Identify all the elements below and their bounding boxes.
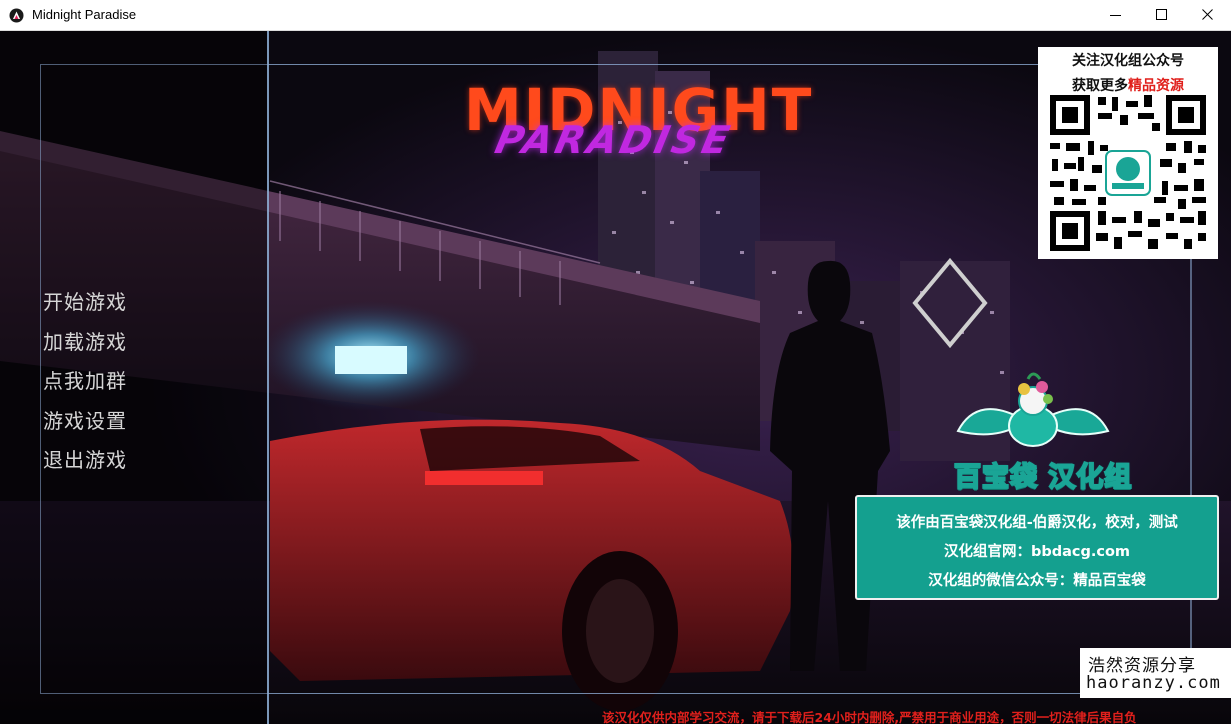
credits-line-2: 汉化组官网：bbdacg.com [943,544,1131,560]
qr-promo-line2: 获取更多精品资源 [1038,75,1218,95]
disclaimer-text: 该汉化仅供内部学习交流，请于下载后24小时内删除,严禁用于商业用途，否则一切法律… [602,710,1137,724]
logo-title-line2: PARADISE [491,118,737,162]
window-titlebar: Midnight Paradise [0,0,1231,31]
qr-promo-prefix: 获取更多 [1072,78,1128,94]
main-menu: 开始游戏 加载游戏 点我加群 游戏设置 退出游戏 [43,286,127,484]
qr-promo-box: 关注汉化组公众号 获取更多精品资源 [1038,47,1218,259]
menu-item-quit[interactable]: 退出游戏 [43,444,127,484]
minimize-button[interactable] [1093,0,1139,30]
qr-promo-line1: 关注汉化组公众号 [1072,53,1184,69]
credits-box: 该作由百宝袋汉化组-伯爵汉化，校对，测试 汉化组官网：bbdacg.com 汉化… [855,495,1219,600]
game-viewport: MIDNIGHT PARADISE 开始游戏 加载游戏 点我加群 游戏设置 退出… [0,31,1231,724]
qr-code-icon [1048,93,1208,253]
watermark-en: haoranzy.com [1086,673,1221,693]
watermark-box: 浩然资源分享 haoranzy.com [1080,648,1231,698]
menu-item-load-game[interactable]: 加载游戏 [43,326,127,366]
close-icon [1202,9,1213,20]
menu-item-start-game[interactable]: 开始游戏 [43,286,127,326]
credits-line-3: 汉化组的微信公众号：精品百宝袋 [928,573,1146,589]
menu-item-settings[interactable]: 游戏设置 [43,405,127,445]
group-name: 百宝袋 汉化组 [953,461,1133,494]
menu-item-join-group[interactable]: 点我加群 [43,365,127,405]
credits-line-1: 该作由百宝袋汉化组-伯爵汉化，校对，测试 [896,515,1178,531]
game-logo: MIDNIGHT PARADISE [460,76,811,166]
qr-promo-highlight: 精品资源 [1128,78,1184,94]
maximize-button[interactable] [1139,0,1185,30]
window-title: Midnight Paradise [32,7,137,22]
group-mascot-icon [956,372,1110,447]
minimize-icon [1110,15,1121,16]
app-icon [9,8,24,23]
close-button[interactable] [1185,0,1231,30]
maximize-icon [1156,9,1167,20]
